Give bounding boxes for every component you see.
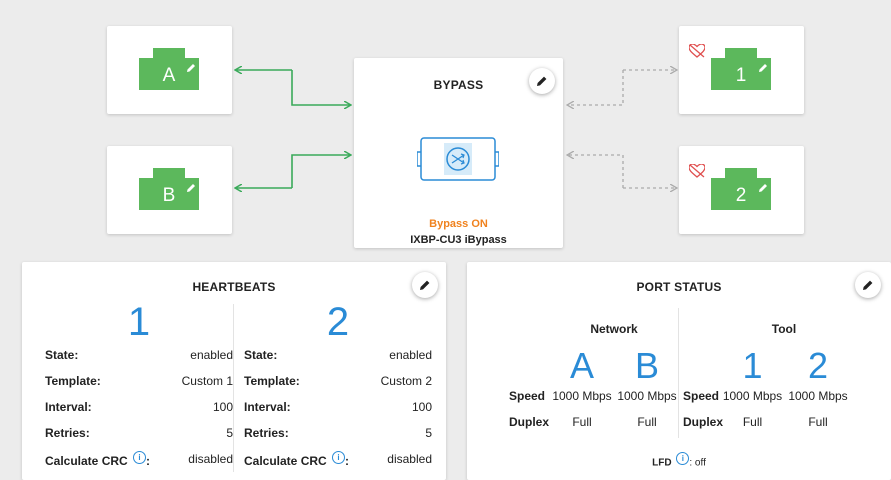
network-duplex-b: Full	[637, 415, 657, 429]
heart-broken-icon	[689, 44, 705, 58]
heartbeats-edit-button[interactable]	[412, 272, 438, 298]
retries-value: 5	[425, 426, 432, 440]
template-value: Custom 1	[181, 374, 233, 388]
heartbeat-crc-row: Calculate CRC i: disabled	[244, 446, 432, 472]
link-a-right	[291, 70, 350, 105]
heartbeat-number: 1	[127, 300, 151, 344]
link-b-right	[291, 155, 350, 188]
port-card-tool-1[interactable]: 1	[679, 26, 804, 114]
tool-port-2: 2	[807, 345, 829, 386]
port-a-icon[interactable]: A	[139, 48, 199, 90]
port-card-tool-2[interactable]: 2	[679, 146, 804, 234]
bypass-card: BYPASS Bypass ON IXBP-CU3 iBypass	[354, 58, 563, 248]
heartbeat-template-row: Template: Custom 1	[45, 368, 233, 394]
state-label: State:	[45, 348, 79, 362]
lfd-label: LFD	[652, 457, 672, 469]
port-1-pencil-icon	[759, 64, 767, 72]
port-1-icon[interactable]: 1	[711, 48, 771, 90]
state-value: enabled	[389, 348, 432, 362]
crc-colon: :	[345, 453, 350, 468]
bypass-model: IXBP-CU3 iBypass	[410, 234, 507, 246]
heartbeat-interval-row: Interval: 100	[45, 394, 233, 420]
port-b-icon[interactable]: B	[139, 168, 199, 210]
interval-value: 100	[212, 400, 233, 414]
network-speed-label: Speed	[509, 389, 546, 403]
port-2-icon[interactable]: 2	[711, 168, 771, 210]
port-a-pencil-icon	[187, 64, 195, 72]
crc-value: disabled	[387, 452, 432, 466]
tool-port-1: 1	[742, 345, 763, 386]
pencil-icon	[420, 280, 430, 290]
interval-label: Interval:	[45, 400, 92, 414]
heartbeats-card: HEARTBEATS 1 State: enabled Template: Cu…	[22, 262, 446, 480]
crc-label: Calculate CRC i:	[244, 450, 350, 468]
heartbeat-state-row: State: enabled	[244, 342, 432, 368]
network-speed-a: 1000 Mbps	[552, 389, 612, 403]
tool-speed-2: 1000 Mbps	[788, 389, 848, 403]
state-value: enabled	[190, 348, 233, 362]
port-card-network-b[interactable]: B	[107, 146, 232, 234]
crc-label-text: Calculate CRC	[45, 453, 128, 468]
network-port-b: B	[634, 345, 659, 386]
tool-duplex-label: Duplex	[683, 415, 724, 429]
network-group-title: Network	[590, 322, 638, 336]
bypass-edit-button[interactable]	[529, 68, 555, 94]
tool-duplex-2: Full	[808, 415, 828, 429]
network-duplex-a: Full	[572, 415, 592, 429]
tool-group-title: Tool	[771, 322, 797, 336]
heartbeat-number: 2	[326, 300, 350, 344]
heartbeat-divider	[233, 304, 234, 472]
port-status-title: PORT STATUS	[636, 280, 722, 294]
pencil-icon	[863, 280, 873, 290]
heartbeat-crc-row: Calculate CRC i: disabled	[45, 446, 233, 472]
retries-value: 5	[226, 426, 233, 440]
port-status-card: PORT STATUS Network Tool A B 1 2 Speed 1…	[467, 262, 891, 480]
heartbeat-retries-row: Retries: 5	[244, 420, 432, 446]
network-port-a: A	[569, 345, 594, 386]
link-1-in	[568, 70, 624, 105]
crc-label-text: Calculate CRC	[244, 453, 327, 468]
heartbeat-retries-row: Retries: 5	[45, 420, 233, 446]
info-icon[interactable]: i	[332, 450, 346, 464]
tool-duplex-1: Full	[742, 415, 763, 429]
port-2-pencil-icon	[759, 184, 767, 192]
heartbeat-column-2: 2 State: enabled Template: Custom 2 Inte…	[244, 300, 432, 472]
tool-speed-label: Speed	[683, 389, 720, 403]
lfd-status: LFD i: off	[467, 452, 891, 468]
crc-label: Calculate CRC i:	[45, 450, 151, 468]
template-label: Template:	[45, 374, 101, 388]
pencil-icon	[537, 76, 547, 86]
heartbeat-interval-row: Interval: 100	[244, 394, 432, 420]
crc-value: disabled	[188, 452, 233, 466]
bypass-switch-icon[interactable]	[417, 136, 499, 182]
network-duplex-label: Duplex	[509, 415, 550, 429]
link-2-in	[568, 155, 624, 188]
info-icon[interactable]: i	[133, 450, 147, 464]
interval-value: 100	[411, 400, 432, 414]
template-label: Template:	[244, 374, 300, 388]
port-status-edit-button[interactable]	[855, 272, 881, 298]
interval-label: Interval:	[244, 400, 291, 414]
lfd-value: : off	[689, 457, 706, 469]
bypass-status: Bypass ON	[429, 218, 488, 230]
crc-colon: :	[146, 453, 151, 468]
state-label: State:	[244, 348, 278, 362]
heartbeats-title: HEARTBEATS	[192, 280, 276, 294]
retries-label: Retries:	[45, 426, 90, 440]
heartbeat-state-row: State: enabled	[45, 342, 233, 368]
port-card-network-a[interactable]: A	[107, 26, 232, 114]
heartbeat-template-row: Template: Custom 2	[244, 368, 432, 394]
retries-label: Retries:	[244, 426, 289, 440]
heartbeat-column-1: 1 State: enabled Template: Custom 1 Inte…	[45, 300, 233, 472]
template-value: Custom 2	[380, 374, 432, 388]
network-speed-b: 1000 Mbps	[617, 389, 677, 403]
tool-speed-1: 1000 Mbps	[722, 389, 783, 403]
heart-broken-icon	[689, 164, 705, 178]
port-b-pencil-icon	[187, 184, 195, 192]
info-icon[interactable]: i	[676, 452, 690, 465]
